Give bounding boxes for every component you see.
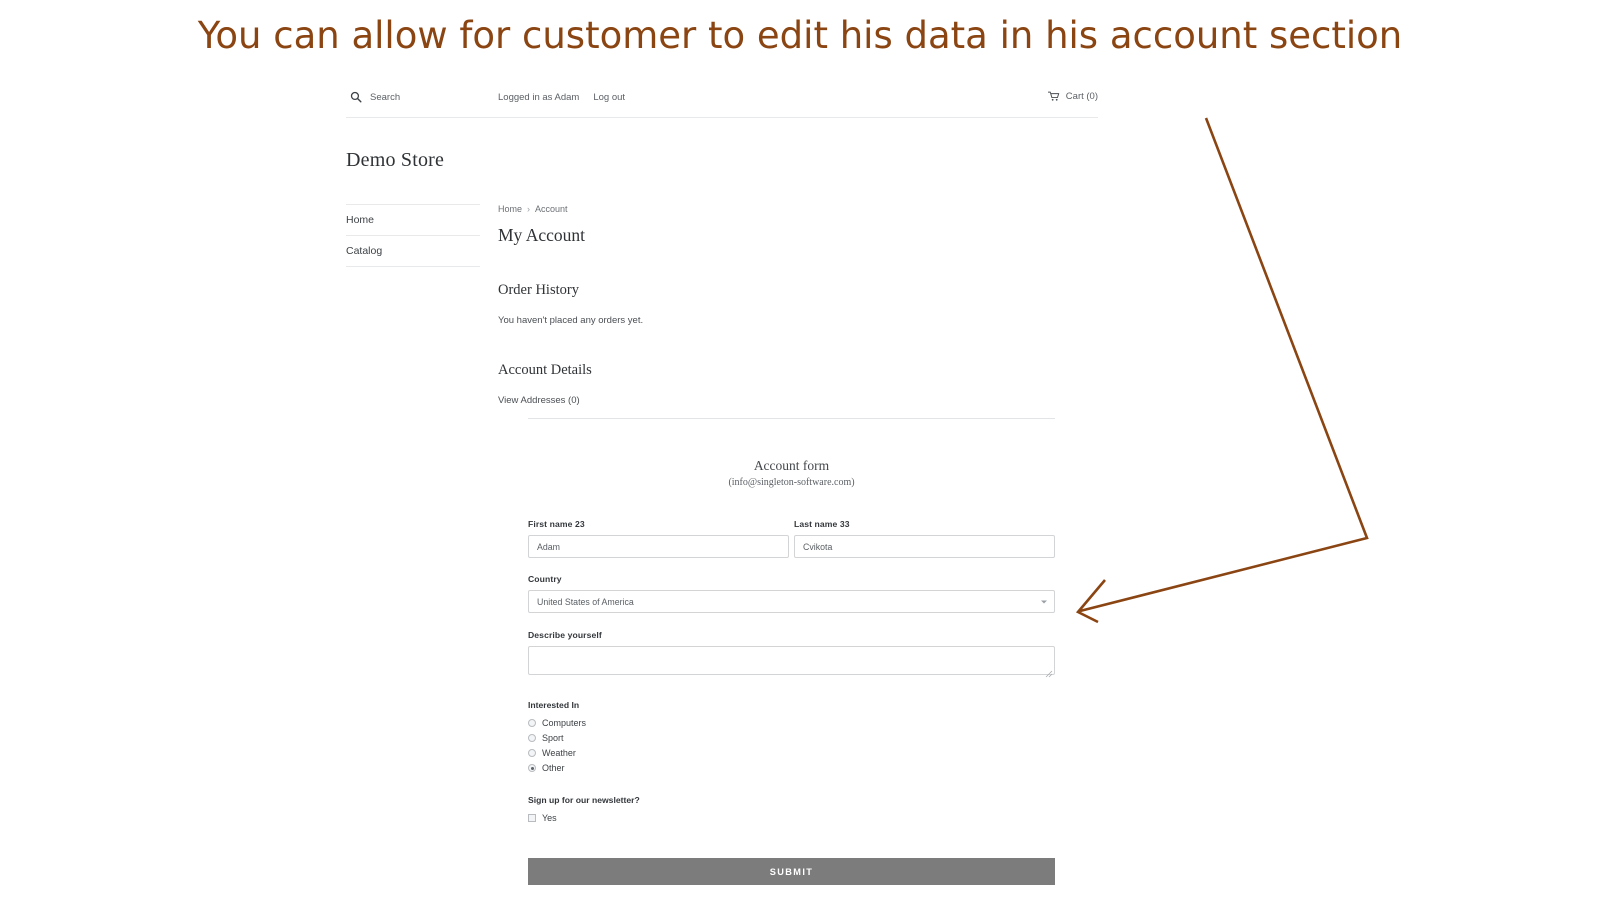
sidebar-nav: Home Catalog (346, 204, 480, 267)
order-history-title: Order History (498, 282, 579, 298)
radio-label[interactable]: Weather (542, 748, 576, 758)
interested-in-label: Interested In (528, 700, 580, 710)
breadcrumb: Home › Account (498, 204, 1098, 214)
last-name-input[interactable] (794, 535, 1055, 558)
main-content: Home › Account My Account Order History … (498, 204, 1098, 406)
name-fields-row: First name 23 Last name 33 (528, 519, 1055, 558)
describe-group: Describe yourself (528, 630, 1055, 680)
logout-link[interactable]: Log out (593, 92, 625, 103)
account-details-title: Account Details (498, 362, 592, 378)
radio-label[interactable]: Other (542, 763, 565, 773)
search-area[interactable]: Search (350, 91, 400, 103)
annotation-title: You can allow for customer to edit his d… (197, 14, 1403, 57)
radio-option-weather[interactable]: Weather (528, 748, 1055, 758)
describe-textarea[interactable] (528, 646, 1055, 675)
search-icon[interactable] (350, 91, 362, 103)
auth-links: Logged in as Adam Log out (498, 92, 625, 103)
account-form: Account form (info@singleton-software.co… (528, 418, 1055, 885)
radio-icon[interactable] (528, 734, 536, 742)
breadcrumb-separator-icon: › (527, 204, 531, 214)
sidebar-item-home[interactable]: Home (346, 205, 480, 235)
radio-option-computers[interactable]: Computers (528, 718, 1055, 728)
store-title[interactable]: Demo Store (346, 149, 444, 172)
country-select-value[interactable]: United States of America (528, 590, 1055, 613)
first-name-group: First name 23 (528, 519, 789, 558)
radio-label[interactable]: Sport (542, 733, 564, 743)
checkbox-icon[interactable] (528, 814, 536, 822)
submit-button[interactable]: SUBMIT (528, 858, 1055, 885)
radio-icon[interactable] (528, 749, 536, 757)
site-header: Search Logged in as Adam Log out Cart (0… (346, 88, 1098, 118)
radio-icon[interactable] (528, 719, 536, 727)
newsletter-group: Sign up for our newsletter? Yes (528, 795, 1055, 823)
first-name-input[interactable] (528, 535, 789, 558)
sidebar-item-catalog[interactable]: Catalog (346, 236, 480, 266)
radio-option-other[interactable]: Other (528, 763, 1055, 773)
radio-label[interactable]: Computers (542, 718, 586, 728)
newsletter-label: Sign up for our newsletter? (528, 795, 640, 805)
form-heading: Account form (753, 458, 830, 473)
view-addresses-link[interactable]: View Addresses (0) (498, 395, 1098, 406)
interested-in-group: Interested In Computers Sport Weather Ot… (528, 700, 1055, 773)
radio-icon-selected[interactable] (528, 764, 536, 772)
country-label: Country (528, 574, 562, 584)
describe-label: Describe yourself (528, 630, 602, 640)
logged-in-label: Logged in as Adam (498, 92, 580, 103)
form-subheading: (info@singleton-software.com) (728, 477, 855, 488)
first-name-label: First name 23 (528, 519, 585, 529)
last-name-label: Last name 33 (794, 519, 850, 529)
cart-label[interactable]: Cart (0) (1066, 91, 1098, 102)
chevron-down-icon (1041, 600, 1047, 603)
divider (346, 266, 480, 267)
shopping-cart-icon (1047, 91, 1060, 102)
country-select[interactable]: United States of America (528, 590, 1055, 613)
breadcrumb-current: Account (535, 204, 568, 214)
search-label[interactable]: Search (370, 92, 400, 103)
last-name-group: Last name 33 (794, 519, 1055, 558)
cart-link[interactable]: Cart (0) (1047, 91, 1098, 102)
checkbox-option-yes[interactable]: Yes (528, 813, 1055, 823)
page-title: My Account (498, 225, 586, 245)
store-page: Search Logged in as Adam Log out Cart (0… (346, 88, 1098, 885)
breadcrumb-home[interactable]: Home (498, 204, 522, 214)
country-group: Country United States of America (528, 574, 1055, 613)
form-divider (528, 418, 1055, 419)
radio-option-sport[interactable]: Sport (528, 733, 1055, 743)
order-history-empty-text: You haven't placed any orders yet. (498, 315, 644, 326)
checkbox-label[interactable]: Yes (542, 813, 557, 823)
